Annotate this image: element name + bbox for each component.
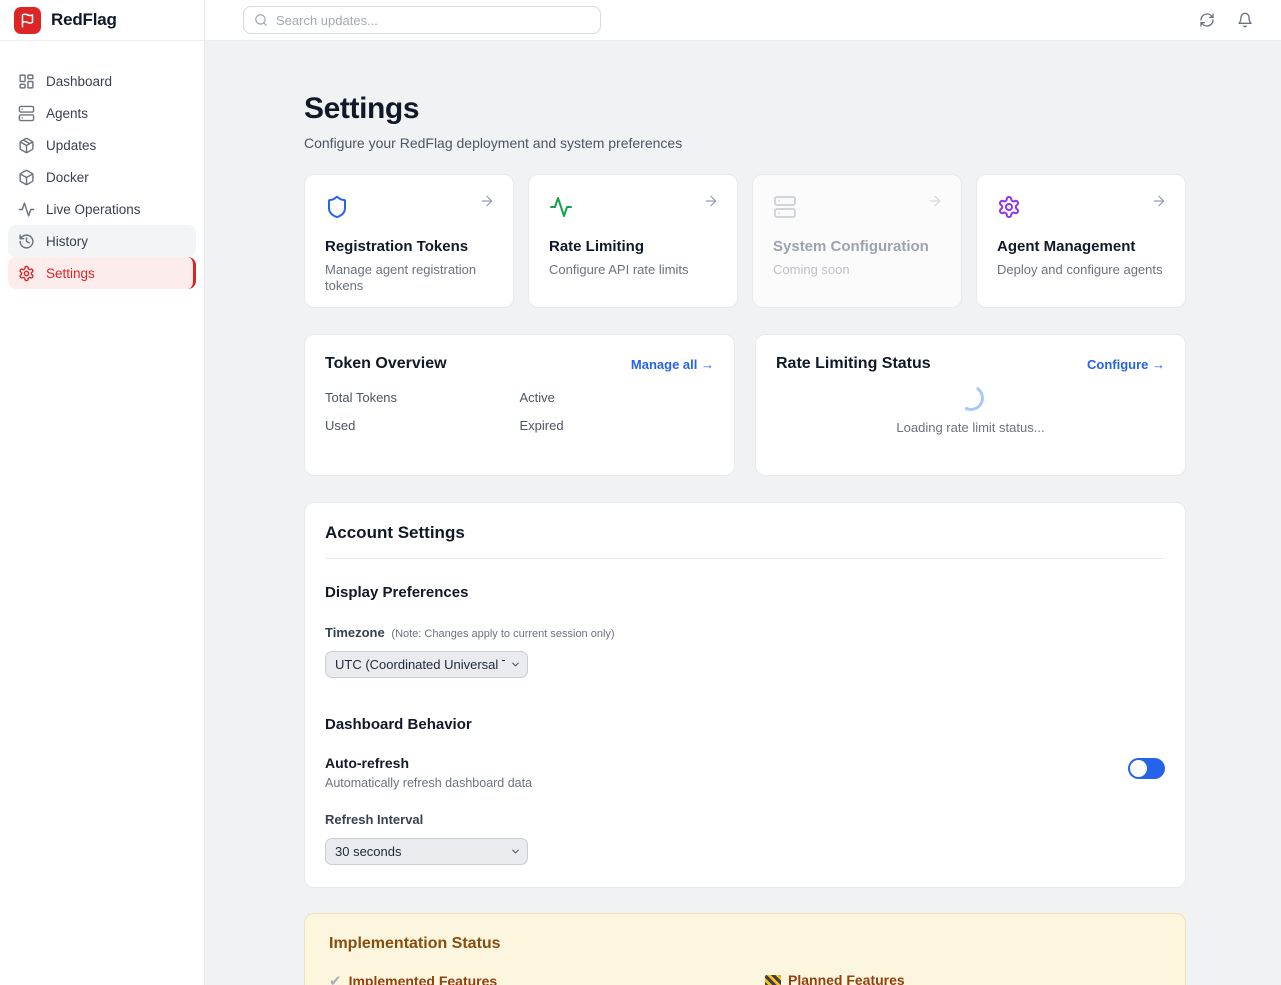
page-subtitle: Configure your RedFlag deployment and sy… [304, 135, 1186, 151]
auto-refresh-label: Auto-refresh [325, 755, 532, 771]
gear-icon [997, 195, 1165, 219]
sidebar-item-history[interactable]: History [8, 225, 196, 257]
refresh-interval-label: Refresh Interval [325, 812, 1165, 827]
card-registration-tokens[interactable]: Registration Tokens Manage agent registr… [304, 174, 514, 308]
planned-features-heading: Planned Features [788, 972, 905, 985]
account-settings-card: Account Settings Display Preferences Tim… [304, 502, 1186, 888]
dashboard-behavior-heading: Dashboard Behavior [325, 716, 1165, 733]
page-title: Settings [304, 92, 1186, 126]
card-title: System Configuration [773, 238, 941, 255]
topbar [205, 0, 1281, 41]
server-icon [773, 195, 941, 219]
gear-icon [18, 265, 35, 282]
sidebar-item-dashboard[interactable]: Dashboard [8, 65, 196, 97]
implemented-features-column: ✔ Implemented Features Registration toke… [329, 972, 725, 985]
loading-spinner [955, 382, 987, 414]
refresh-interval-select-wrap: 30 seconds [325, 838, 528, 865]
search-input[interactable] [276, 13, 590, 28]
card-title: Rate Limiting [549, 238, 717, 255]
sidebar-item-label: Updates [46, 138, 96, 153]
sidebar-nav: Dashboard Agents Updates Docker Live Ope… [0, 41, 204, 289]
card-title: Registration Tokens [325, 238, 493, 255]
card-system-configuration: System Configuration Coming soon [752, 174, 962, 308]
overview-panels-row: Token Overview Manage all → Total Tokens… [304, 334, 1186, 476]
sidebar: RedFlag Dashboard Agents Updates Docker … [0, 0, 205, 985]
toggle-knob [1130, 760, 1147, 777]
package-icon [18, 137, 35, 154]
card-description: Coming soon [773, 262, 941, 278]
timezone-select-wrap: UTC (Coordinated Universal Time) [325, 651, 528, 678]
topbar-actions [1197, 10, 1255, 30]
shield-icon [325, 195, 493, 219]
search-box[interactable] [243, 6, 601, 34]
brand-name: RedFlag [51, 10, 117, 30]
history-icon [18, 233, 35, 250]
arrow-right-icon [479, 193, 495, 209]
sidebar-item-label: Dashboard [46, 74, 112, 89]
stat-label-expired: Expired [520, 418, 715, 433]
card-description: Deploy and configure agents [997, 262, 1165, 278]
sidebar-item-updates[interactable]: Updates [8, 129, 196, 161]
search-icon [254, 13, 268, 27]
sidebar-item-label: Agents [46, 106, 88, 121]
arrow-right-icon [703, 193, 719, 209]
account-settings-title: Account Settings [325, 523, 1165, 559]
auto-refresh-description: Automatically refresh dashboard data [325, 776, 532, 790]
sidebar-item-docker[interactable]: Docker [8, 161, 196, 193]
card-agent-management[interactable]: Agent Management Deploy and configure ag… [976, 174, 1186, 308]
token-overview-panel: Token Overview Manage all → Total Tokens… [304, 334, 735, 476]
panel-title: Token Overview [325, 355, 447, 373]
manage-all-link[interactable]: Manage all → [631, 357, 714, 372]
bell-icon[interactable] [1235, 10, 1255, 30]
feature-cards-row: Registration Tokens Manage agent registr… [304, 174, 1186, 308]
dashboard-icon [18, 73, 35, 90]
stat-label-used: Used [325, 418, 520, 433]
check-icon: ✔ [329, 972, 342, 985]
card-title: Agent Management [997, 238, 1165, 255]
activity-icon [18, 201, 35, 218]
sidebar-item-label: Docker [46, 170, 89, 185]
implementation-status-title: Implementation Status [329, 935, 1161, 953]
implemented-features-heading: Implemented Features [349, 973, 498, 985]
timezone-label: Timezone [325, 625, 385, 640]
panel-title: Rate Limiting Status [776, 355, 931, 373]
sidebar-item-settings[interactable]: Settings [8, 257, 196, 289]
redflag-logo-icon [14, 7, 41, 34]
card-description: Manage agent registration tokens [325, 262, 493, 294]
server-icon [18, 105, 35, 122]
rate-limiting-status-panel: Rate Limiting Status Configure → Loading… [755, 334, 1186, 476]
sidebar-item-live-operations[interactable]: Live Operations [8, 193, 196, 225]
implementation-status-panel: Implementation Status ✔ Implemented Feat… [304, 913, 1186, 985]
sidebar-item-label: Live Operations [46, 202, 141, 217]
arrow-right-icon [927, 193, 943, 209]
brand: RedFlag [0, 0, 204, 41]
refresh-interval-select[interactable]: 30 seconds [325, 838, 528, 865]
box-icon [18, 169, 35, 186]
card-rate-limiting[interactable]: Rate Limiting Configure API rate limits [528, 174, 738, 308]
token-stats-grid: Total Tokens Active Used Expired [325, 390, 714, 433]
sidebar-item-label: Settings [46, 266, 95, 281]
main-content: Settings Configure your RedFlag deployme… [205, 41, 1281, 985]
sidebar-item-label: History [46, 234, 88, 249]
arrow-right-icon [1151, 193, 1167, 209]
card-description: Configure API rate limits [549, 262, 717, 278]
sidebar-item-agents[interactable]: Agents [8, 97, 196, 129]
loading-text: Loading rate limit status... [896, 420, 1044, 435]
planned-features-column: Planned Features System configuration ma… [765, 972, 1161, 985]
display-preferences-heading: Display Preferences [325, 584, 1165, 601]
activity-icon [549, 195, 717, 219]
stat-label-total-tokens: Total Tokens [325, 390, 520, 405]
construction-icon [765, 975, 781, 985]
refresh-icon[interactable] [1197, 10, 1217, 30]
stat-label-active: Active [520, 390, 715, 405]
timezone-select[interactable]: UTC (Coordinated Universal Time) [325, 651, 528, 678]
auto-refresh-toggle[interactable] [1128, 758, 1165, 779]
configure-link[interactable]: Configure → [1087, 357, 1165, 372]
